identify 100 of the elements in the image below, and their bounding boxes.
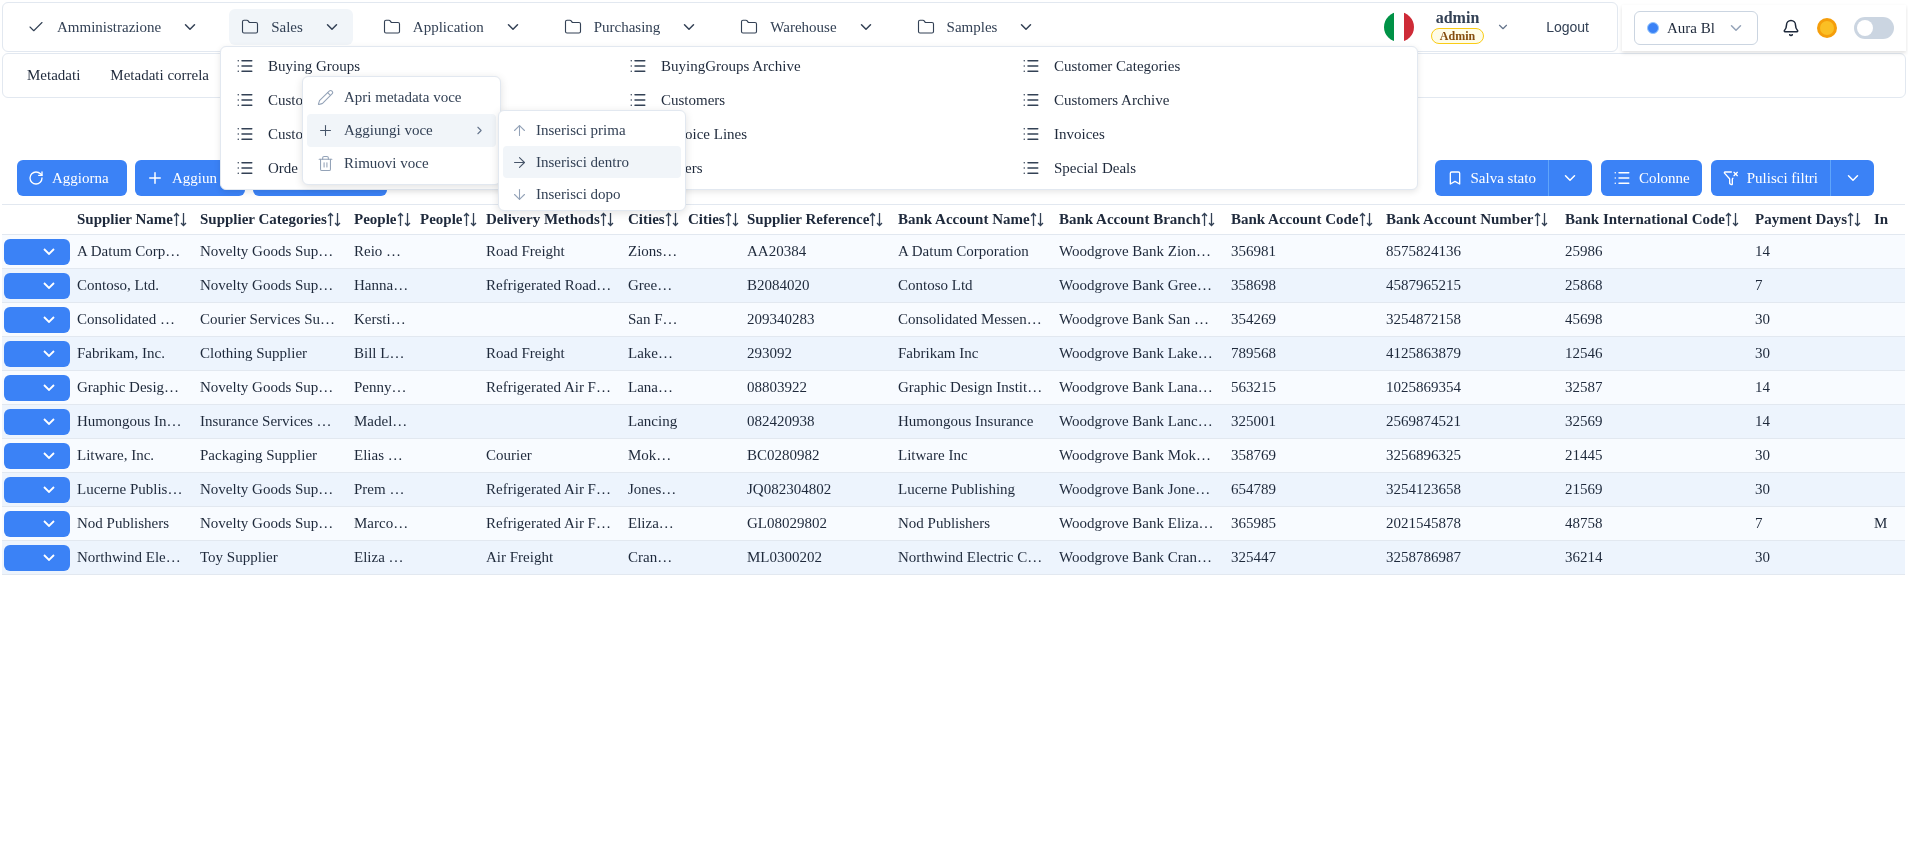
table-cell: 3258786987 (1386, 549, 1461, 566)
sort-icon[interactable] (869, 212, 884, 227)
table-cell: Novelty Goods Sup… (200, 481, 334, 498)
column-header[interactable]: Payment Days (1755, 208, 1862, 231)
chevron-down-icon (43, 316, 55, 323)
table-cell: 082420938 (747, 413, 815, 430)
column-header[interactable]: Bank Account Name (898, 208, 1044, 231)
table-cell: Nod Publishers (898, 515, 991, 532)
subtab[interactable]: Metadati (27, 64, 81, 87)
sort-icon[interactable] (326, 212, 341, 227)
table-cell: Woodgrove Bank Lake… (1059, 345, 1213, 362)
column-header[interactable]: Supplier Categories (200, 208, 341, 231)
column-header[interactable]: People (420, 208, 477, 231)
sort-icon[interactable] (1358, 212, 1373, 227)
context-menu-item[interactable]: Rimuovi voce (307, 147, 496, 180)
context-menu-item[interactable]: Apri metadata voce (307, 81, 496, 114)
row-expand-button[interactable] (4, 306, 70, 333)
dark-mode-switch[interactable] (1854, 17, 1894, 39)
nav-label: Amministrazione (57, 17, 162, 37)
sort-icon[interactable] (664, 212, 679, 227)
row-expand-button[interactable] (4, 340, 70, 367)
menu-item-label: Custo (268, 124, 303, 144)
nav-menu-item[interactable]: Sales (229, 9, 353, 45)
dropdown-menu-item[interactable]: Customers (629, 83, 726, 117)
row-expand-button[interactable] (4, 238, 70, 265)
dropdown-menu-item[interactable]: Custo (236, 83, 303, 117)
column-header[interactable]: Supplier Reference (747, 208, 884, 231)
submenu-item[interactable]: Inserisci dopo (503, 178, 681, 210)
menu-item-label: BuyingGroups Archive (661, 56, 801, 76)
dropdown-menu-item[interactable]: Customers Archive (1022, 83, 1170, 117)
dropdown-menu-item[interactable]: BuyingGroups Archive (629, 49, 801, 83)
toolbar-button[interactable]: Colonne (1600, 160, 1702, 196)
row-expand-button[interactable] (4, 374, 70, 401)
table-cell: Mok… (628, 447, 672, 464)
column-header[interactable]: Bank Account Code (1231, 208, 1373, 231)
row-expand-button[interactable] (4, 476, 70, 503)
column-header[interactable]: Cities (688, 208, 739, 231)
sort-icon[interactable] (1533, 212, 1548, 227)
column-header[interactable]: Bank International Code (1565, 208, 1740, 231)
dropdown-menu-item[interactable]: Custo (236, 117, 303, 151)
column-header[interactable]: Delivery Methods (486, 208, 614, 231)
sort-icon[interactable] (1029, 212, 1044, 227)
column-header[interactable]: People (354, 208, 411, 231)
sort-icon[interactable] (724, 212, 739, 227)
row-expand-button[interactable] (4, 442, 70, 469)
chevron-down-icon (43, 520, 55, 527)
row-expand-button[interactable] (4, 510, 70, 537)
dropdown-menu-item[interactable]: Special Deals (1022, 151, 1137, 185)
column-header[interactable]: In (1874, 208, 1889, 231)
nav-menu-item[interactable]: Purchasing (551, 9, 711, 45)
dropdown-menu-item[interactable]: Customer Categories (1022, 49, 1181, 83)
row-expand-button[interactable] (4, 272, 70, 299)
table-cell: Lucerne Publis… (77, 481, 183, 498)
chevron-down-icon (43, 452, 55, 459)
nav-menu-item[interactable]: Warehouse (728, 9, 887, 45)
submenu-item[interactable]: Inserisci prima (503, 114, 681, 146)
dropdown-menu-item[interactable]: oice Lines (685, 117, 748, 151)
menu-item-label: Invoices (1054, 124, 1105, 144)
table-cell: 7 (1755, 277, 1763, 294)
nav-menu-item[interactable]: Application (370, 9, 534, 45)
sort-icon[interactable] (599, 212, 614, 227)
row-expand-button[interactable] (4, 408, 70, 435)
sort-icon[interactable] (1725, 212, 1740, 227)
subtab[interactable]: Metadati correla (110, 64, 210, 87)
sort-icon[interactable] (173, 212, 187, 227)
table-cell: Graphic Design Instit… (898, 379, 1043, 396)
table-cell: BC0280982 (747, 447, 820, 464)
column-header[interactable]: Supplier Name (77, 208, 187, 231)
table-cell: ML0300202 (747, 549, 822, 566)
sort-icon[interactable] (1847, 212, 1862, 227)
table-cell: 25986 (1565, 243, 1603, 260)
table-cell: Contoso Ltd (898, 277, 973, 294)
nav-label: Sales (271, 17, 303, 37)
sort-icon[interactable] (396, 212, 411, 227)
table-cell: Courier Services Su… (200, 311, 335, 328)
submenu-item[interactable]: Inserisci dentro (503, 146, 681, 178)
pencil-icon (317, 89, 334, 106)
table-cell: 3256896325 (1386, 447, 1461, 464)
dropdown-menu-item[interactable]: Invoices (1022, 117, 1105, 151)
folder-icon (382, 18, 401, 36)
toolbar-button[interactable]: Aggiorna (17, 160, 127, 196)
theme-select[interactable]: Aura Bl (1634, 11, 1758, 45)
nav-menu-item[interactable]: Samples (904, 9, 1048, 45)
bell-icon[interactable] (1782, 19, 1800, 37)
column-header[interactable]: Bank Account Number (1386, 208, 1548, 231)
dropdown-menu-item[interactable]: ers (685, 151, 703, 185)
chevron-down-icon (43, 350, 55, 357)
list-icon (236, 91, 254, 109)
sort-icon[interactable] (1200, 212, 1215, 227)
table-cell: Contoso, Ltd. (77, 277, 160, 294)
column-header[interactable]: Cities (628, 208, 679, 231)
row-expand-button[interactable] (4, 544, 70, 571)
nav-menu-item[interactable]: Amministrazione (15, 9, 212, 45)
menu-item-label: Customers Archive (1054, 90, 1170, 110)
context-menu-item[interactable]: Aggiungi voce (307, 114, 496, 147)
table-cell: Woodgrove Bank Eliza… (1059, 515, 1214, 532)
table-cell: Fabrikam, Inc. (77, 345, 165, 362)
sort-icon[interactable] (462, 212, 477, 227)
logout-button[interactable]: Logout (1538, 12, 1597, 42)
column-header[interactable]: Bank Account Branch (1059, 208, 1215, 231)
